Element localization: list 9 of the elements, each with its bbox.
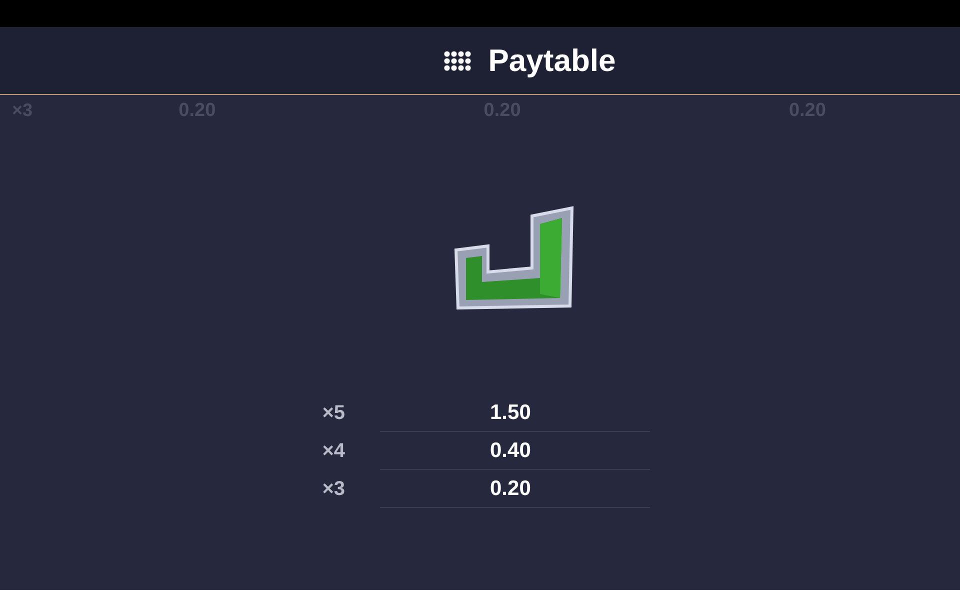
letter-j-symbol-icon (454, 206, 574, 310)
payout-value: 0.40 (490, 438, 531, 462)
payout-value: 1.50 (490, 400, 531, 424)
paytable-title: Paytable (488, 42, 616, 78)
grid-icon (444, 50, 472, 72)
multiplier-label: ×5 (321, 402, 345, 424)
multiplier-label: ×3 (321, 478, 345, 500)
multiplier-label: ×4 (321, 440, 345, 462)
payout-value: 0.20 (490, 476, 531, 500)
